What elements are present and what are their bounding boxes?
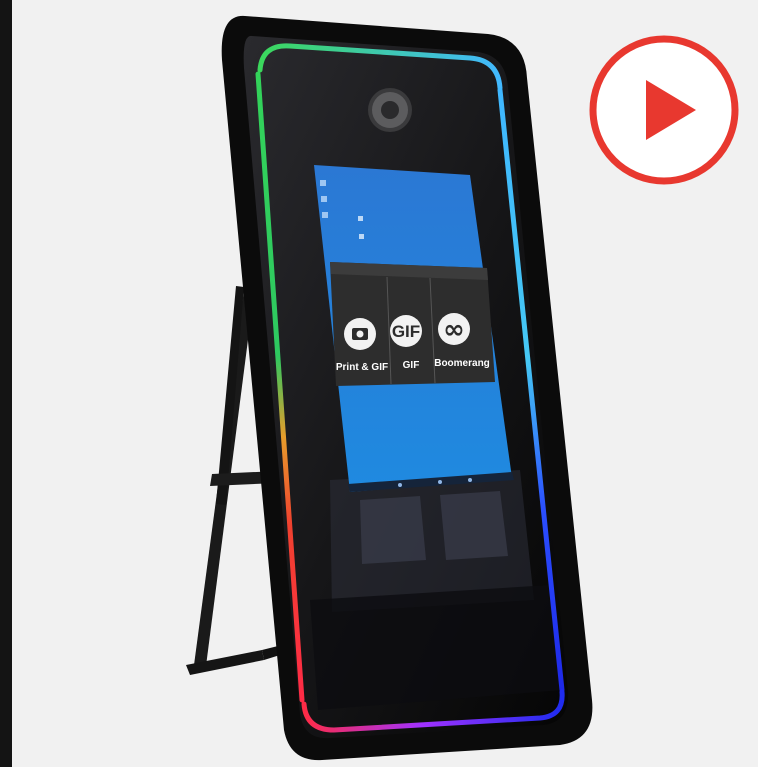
photo-booth-illustration: GIF ∞ Print & GIF GIF Boomerang — [186, 15, 739, 761]
option-gif-label: GIF — [403, 360, 420, 371]
option-print-gif-label: Print & GIF — [336, 362, 388, 373]
product-image-frame: GIF ∞ Print & GIF GIF Boomerang — [0, 0, 758, 767]
gif-icon: GIF — [392, 322, 420, 341]
boomerang-icon: ∞ — [443, 315, 465, 345]
camera-lens — [368, 88, 412, 132]
option-boomerang-label: Boomerang — [434, 358, 490, 369]
play-button[interactable] — [589, 35, 739, 185]
